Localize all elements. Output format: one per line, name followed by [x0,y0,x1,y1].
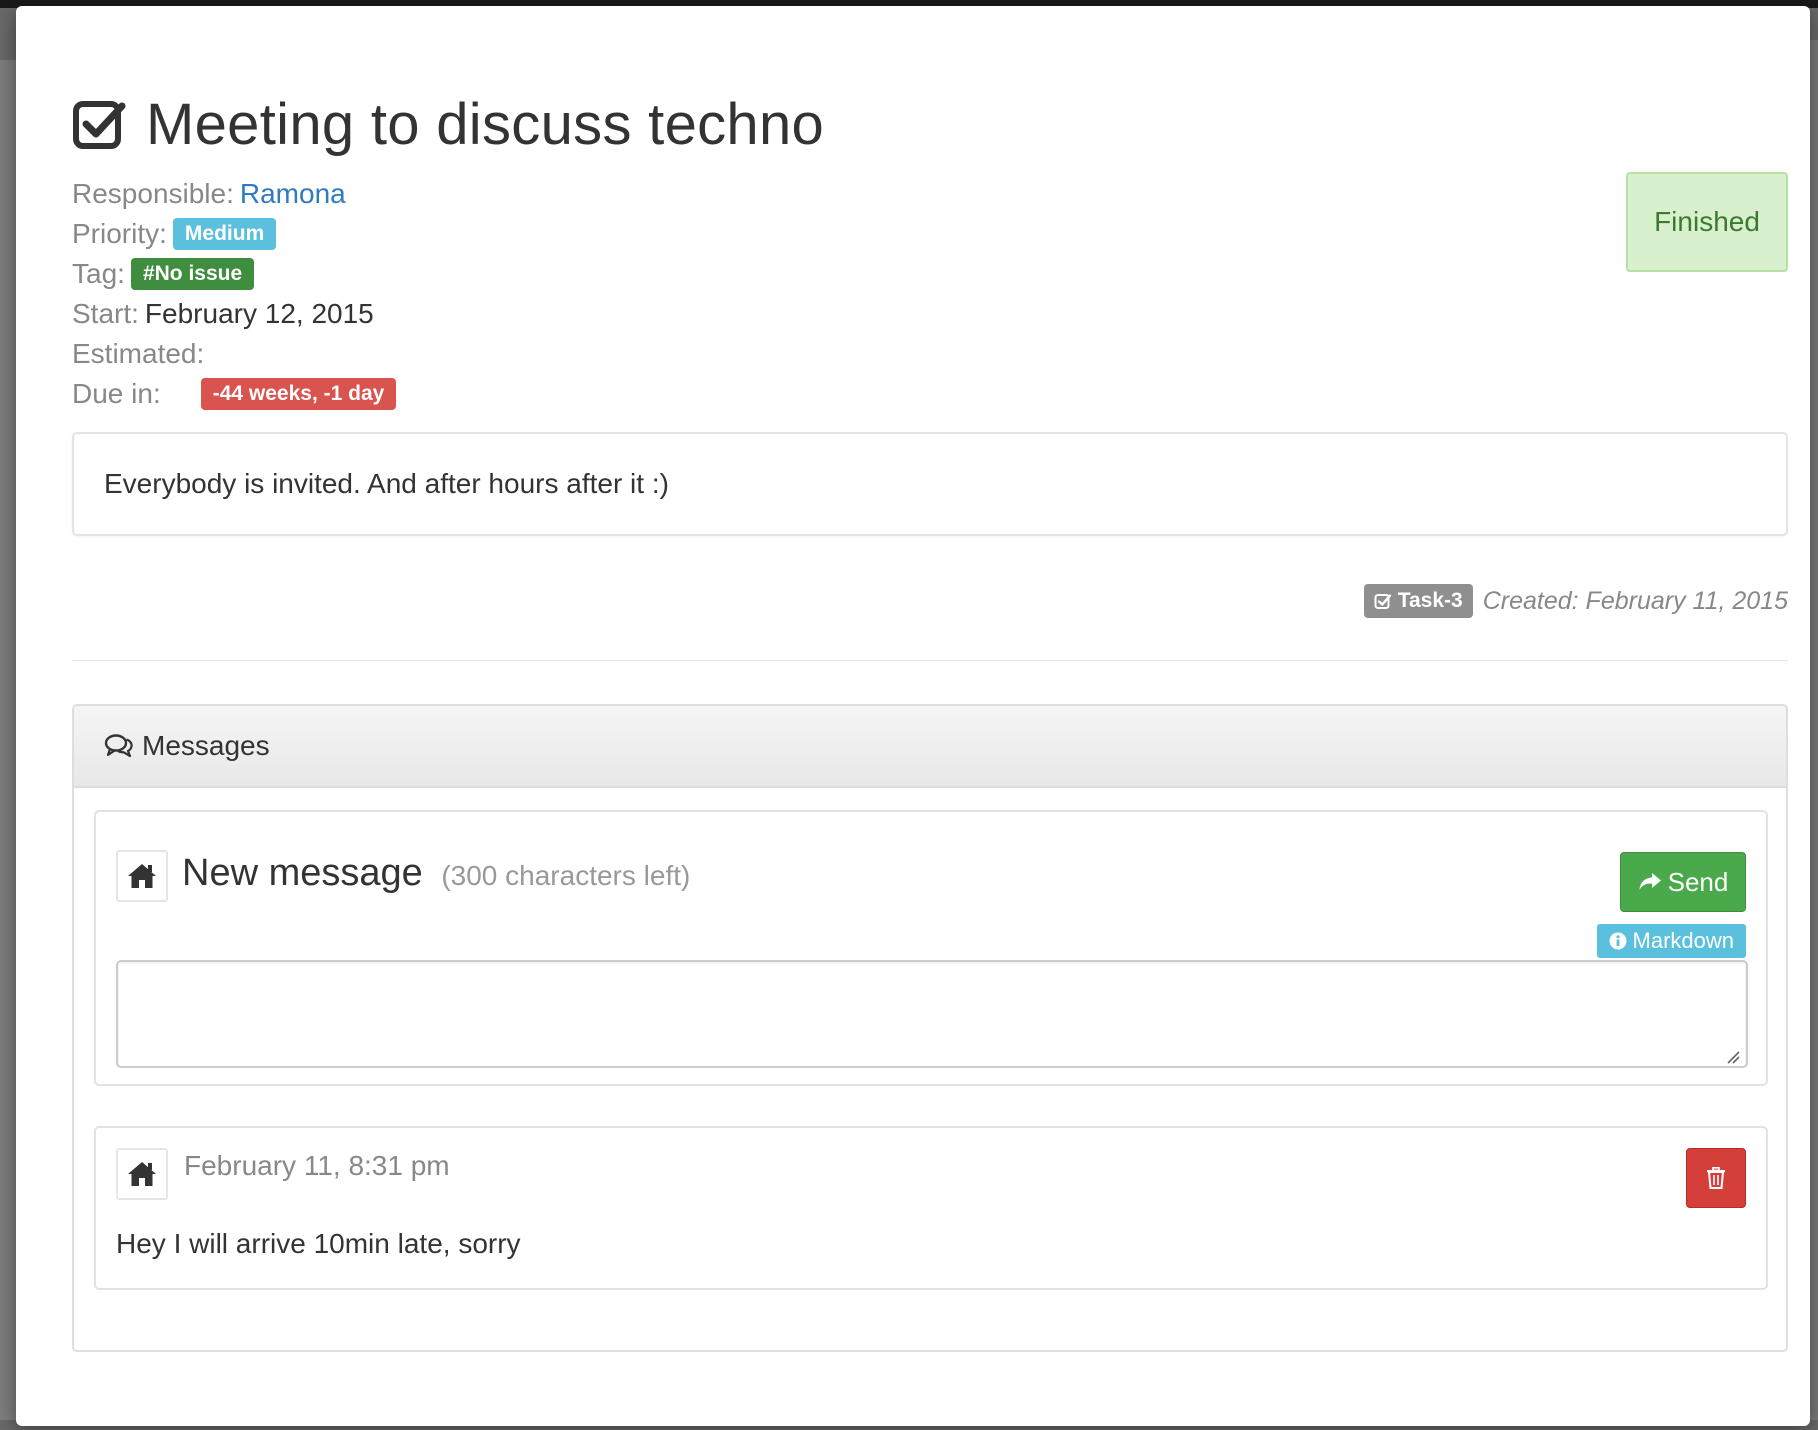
priority-row: Priority: Medium [72,214,396,254]
task-title-row: Meeting to discuss techno [72,88,824,160]
priority-badge: Medium [172,218,277,250]
task-description: Everybody is invited. And after hours af… [72,432,1788,536]
markdown-help-badge[interactable]: Markdown [1596,924,1746,958]
messages-header: Messages [74,706,1786,788]
priority-label: Priority: [72,218,167,249]
new-message-card: New message (300 characters left) Send M… [94,810,1768,1086]
message-date: February 11, 8:31 pm [184,1150,450,1181]
created-date: Created: February 11, 2015 [1482,586,1788,615]
task-id-badge: Task-3 [1363,584,1473,618]
trash-icon [1707,1167,1725,1189]
checkbox-checked-icon [73,101,126,149]
home-icon [128,1162,156,1186]
new-message-label: New message [182,852,423,894]
home-icon [128,864,156,888]
start-value: February 12, 2015 [144,298,374,329]
divider [72,660,1788,661]
backdrop-left-fragment [0,60,16,1420]
tag-label: Tag: [72,258,125,289]
estimated-row: Estimated: [72,334,396,374]
new-message-title: New message (300 characters left) [182,852,690,895]
status-button[interactable]: Finished [1626,172,1788,272]
responsible-row: Responsible: Ramona [72,174,396,214]
messages-title: Messages [142,730,270,761]
start-row: Start: February 12, 2015 [72,294,396,334]
responsible-link[interactable]: Ramona [240,174,346,214]
message-item: February 11, 8:31 pm Hey I will arrive 1… [94,1126,1768,1290]
share-arrow-icon [1639,873,1661,890]
send-label: Send [1667,866,1729,897]
tag-row: Tag: #No issue [72,254,396,294]
task-meta: Responsible: Ramona Priority: Medium Tag… [72,174,397,414]
chars-left: (300 characters left) [441,860,691,891]
message-text: Hey I will arrive 10min late, sorry [116,1228,521,1259]
avatar [116,1148,168,1200]
task-id: Task-3 [1397,589,1463,612]
task-modal: Meeting to discuss techno Responsible: R… [16,6,1810,1426]
avatar [116,850,168,902]
checkbox-checked-icon [1374,594,1391,609]
info-circle-icon [1609,932,1627,950]
messages-panel: Messages New message (300 characters lef… [72,704,1788,1352]
estimated-label: Estimated: [72,338,205,369]
created-row: Task-3 Created: February 11, 2015 [1363,584,1788,618]
tag-badge: #No issue [130,258,255,290]
comments-icon [104,734,133,758]
send-button[interactable]: Send [1620,852,1746,912]
due-badge: -44 weeks, -1 day [200,378,397,410]
due-label: Due in: [72,378,161,409]
delete-message-button[interactable] [1686,1148,1746,1208]
description-text: Everybody is invited. And after hours af… [104,468,669,499]
responsible-label: Responsible: [72,178,234,209]
task-title: Meeting to discuss techno [146,91,825,157]
start-label: Start: [72,298,139,329]
resize-grip-icon[interactable] [1726,1050,1740,1064]
due-row: Due in: -44 weeks, -1 day [72,374,397,414]
markdown-label: Markdown [1632,928,1734,953]
message-textarea[interactable] [116,960,1748,1068]
